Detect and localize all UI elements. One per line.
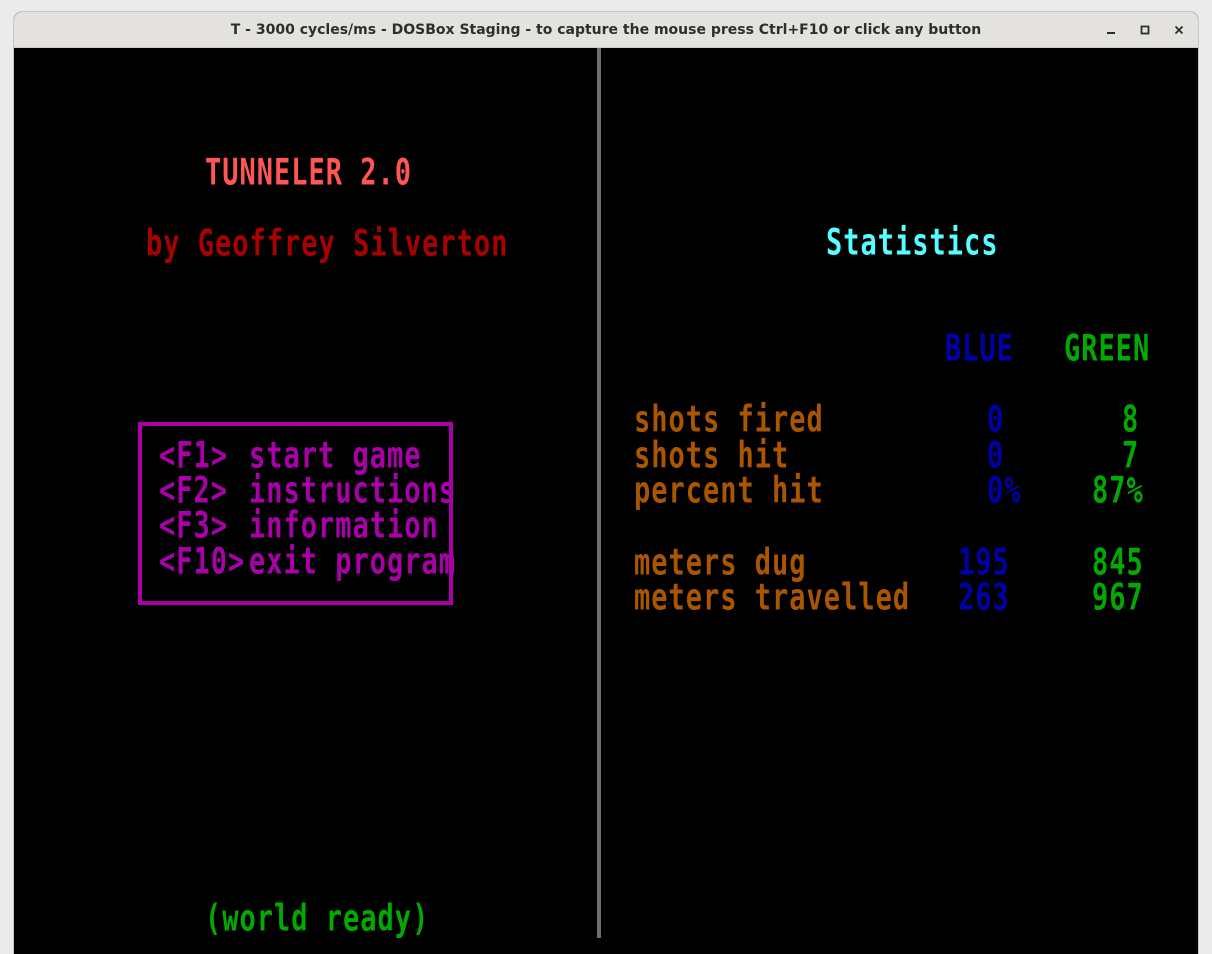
title-bar[interactable]: T - 3000 cycles/ms - DOSBox Staging - to… <box>14 12 1198 48</box>
column-header-green: GREEN <box>1064 328 1151 371</box>
maximize-icon <box>1140 25 1150 35</box>
maximize-button[interactable] <box>1133 18 1157 42</box>
panel-divider <box>597 48 601 938</box>
menu-label[interactable]: instructions <box>249 473 456 509</box>
menu-label[interactable]: information <box>249 508 439 544</box>
dosbox-window: T - 3000 cycles/ms - DOSBox Staging - to… <box>14 12 1198 954</box>
dos-screen[interactable]: TUNNELER 2.0 by Geoffrey Silverton <F1> … <box>14 48 1198 954</box>
minimize-button[interactable] <box>1099 18 1123 42</box>
stat-label: meters travelled <box>634 577 911 620</box>
menu-item-exit-program[interactable]: <F10> <box>159 544 245 580</box>
stat-label: percent hit <box>634 470 824 513</box>
stat-value-green: 7 <box>1122 435 1140 478</box>
menu-item-instructions[interactable]: <F2> <box>159 473 228 509</box>
stat-value-green: 8 <box>1122 399 1140 442</box>
stat-value-blue: 195 <box>958 542 1010 585</box>
stat-value-blue: 0 <box>987 435 1005 478</box>
status-message: (world ready) <box>205 898 430 941</box>
game-author: by Geoffrey Silverton <box>146 223 509 266</box>
game-title: TUNNELER 2.0 <box>205 152 413 195</box>
close-icon <box>1174 25 1184 35</box>
stat-value-blue: 0 <box>987 399 1005 442</box>
menu-item-start-game[interactable]: <F1> <box>159 438 228 474</box>
close-button[interactable] <box>1167 18 1191 42</box>
stats-heading: Statistics <box>826 222 999 265</box>
stat-value-green: 87% <box>1092 470 1144 513</box>
stat-value-blue: 0% <box>987 470 1022 513</box>
minimize-icon <box>1107 32 1115 34</box>
stat-label: shots fired <box>634 399 824 442</box>
stat-label: meters dug <box>634 542 807 585</box>
stat-label: shots hit <box>634 435 790 478</box>
menu-label[interactable]: exit program <box>249 544 456 580</box>
window-title: T - 3000 cycles/ms - DOSBox Staging - to… <box>230 22 982 38</box>
stat-value-green: 967 <box>1092 577 1144 620</box>
stat-value-green: 845 <box>1092 542 1144 585</box>
menu-item-information[interactable]: <F3> <box>159 508 228 544</box>
column-header-blue: BLUE <box>945 328 1015 371</box>
stat-value-blue: 263 <box>958 577 1010 620</box>
menu-label[interactable]: start game <box>249 438 422 474</box>
menu-key: <F10> <box>159 541 246 584</box>
